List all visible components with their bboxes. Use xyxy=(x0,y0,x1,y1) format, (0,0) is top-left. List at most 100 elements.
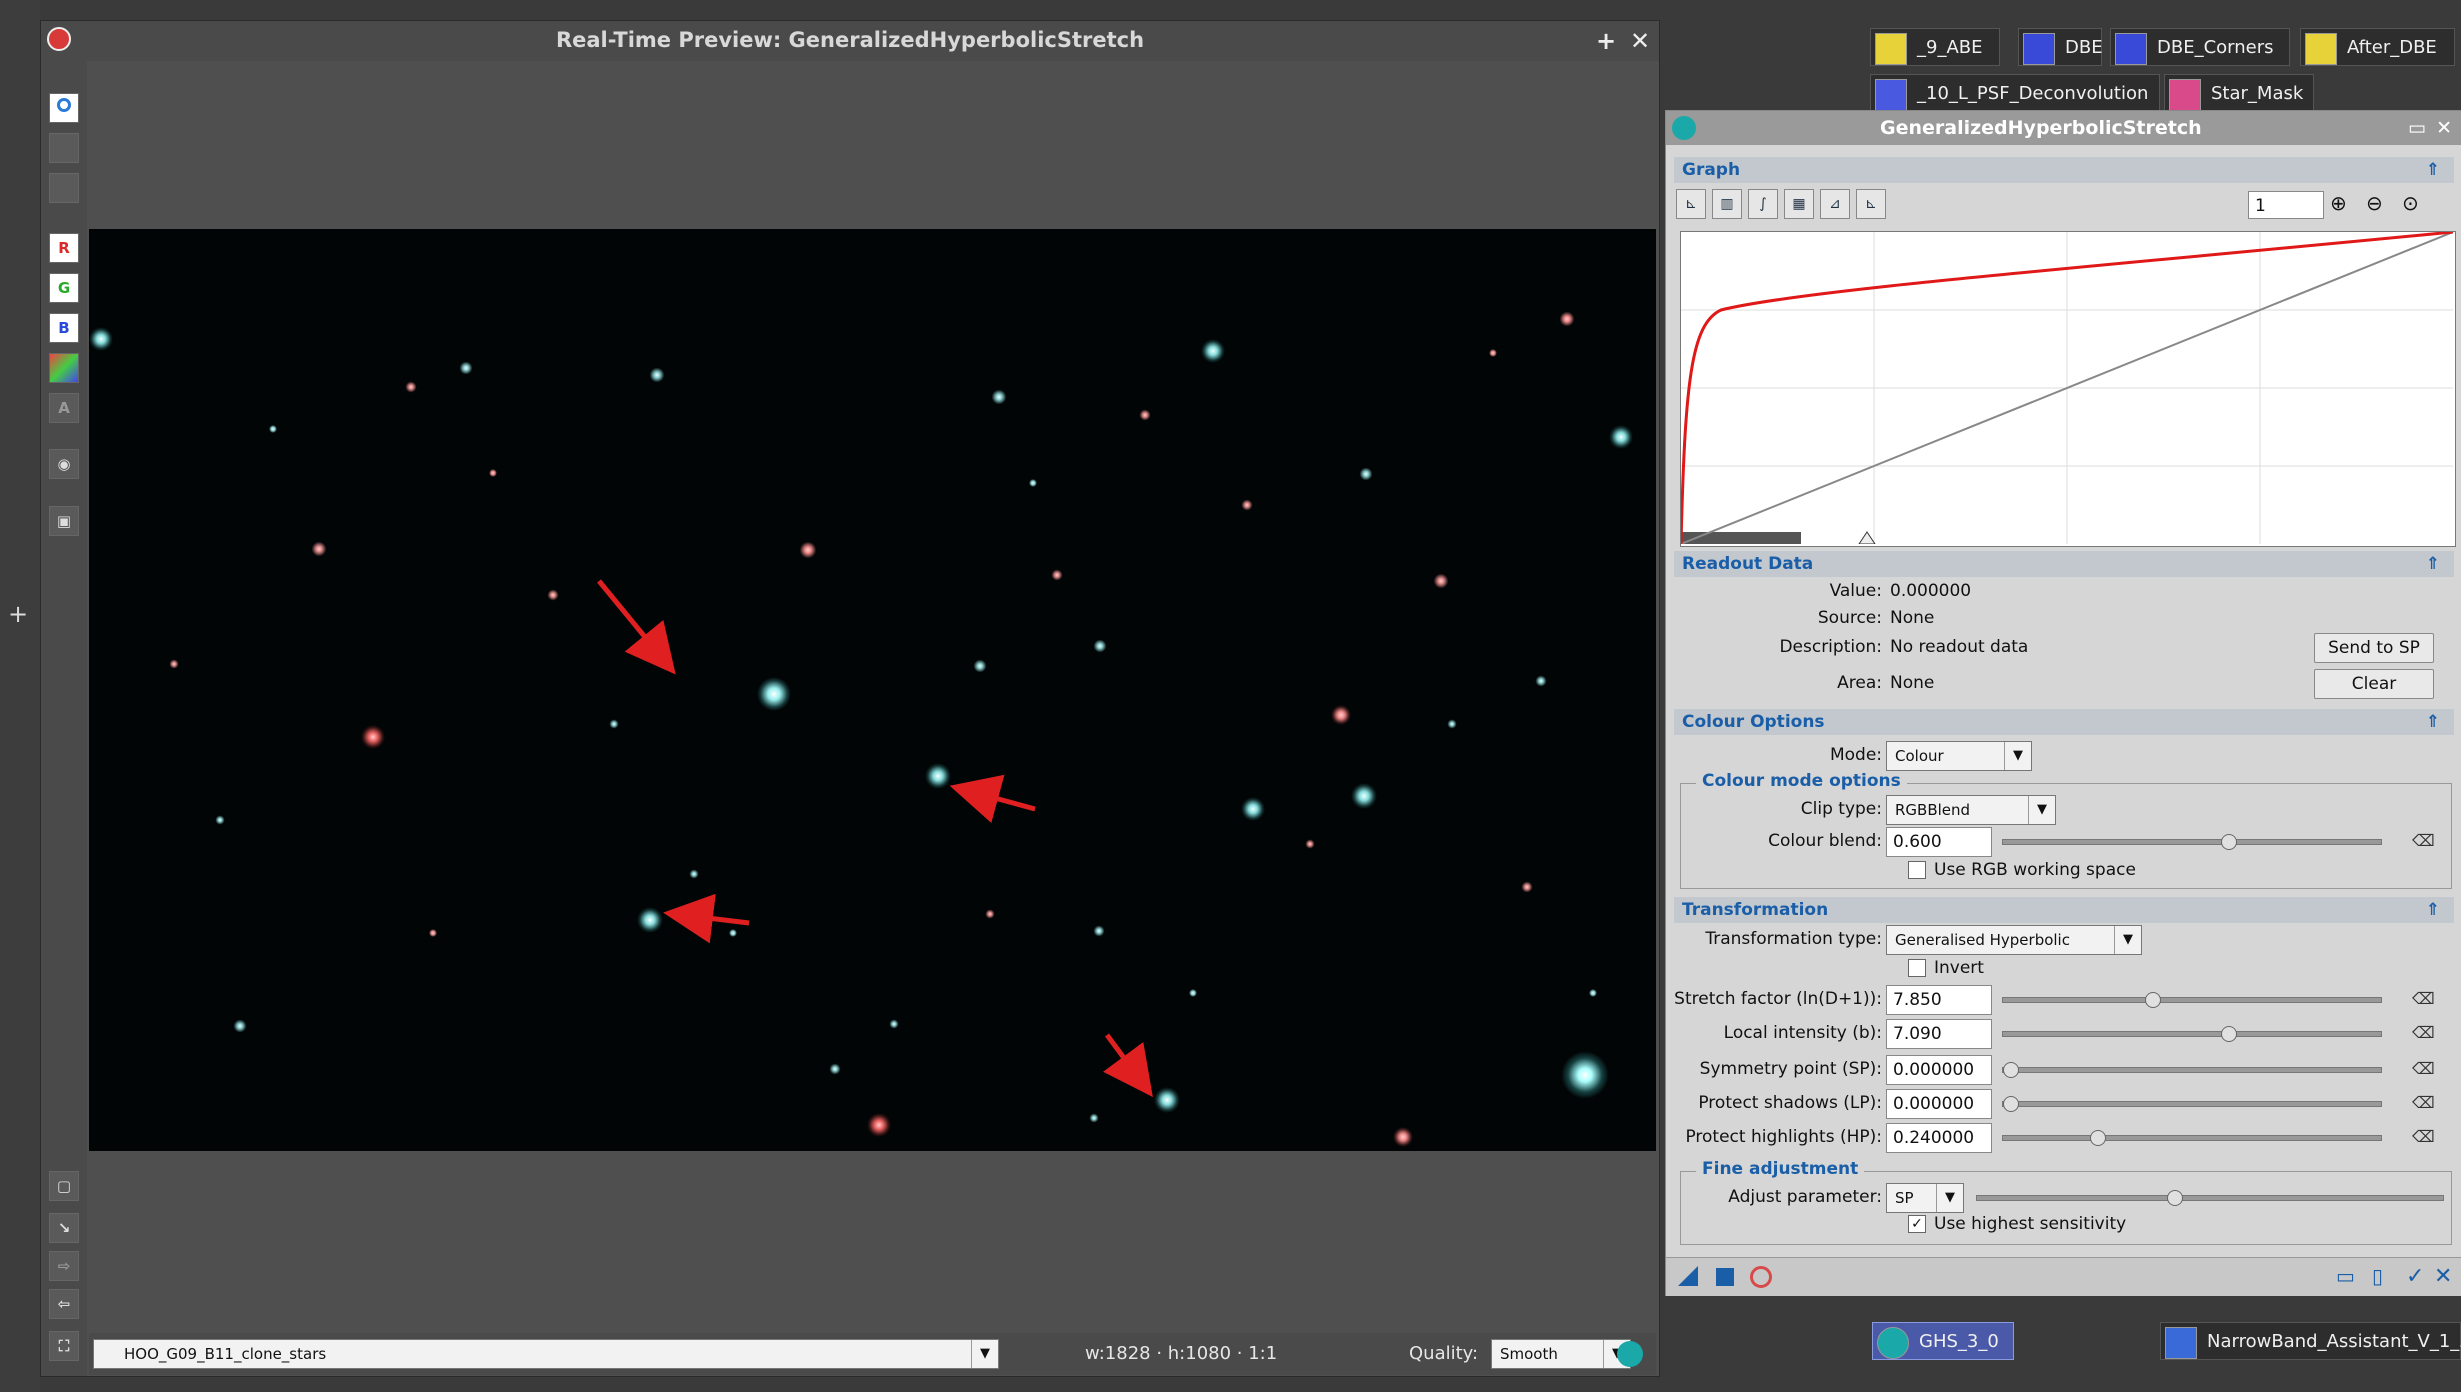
channel-g-button[interactable]: G xyxy=(49,273,79,303)
preview-image[interactable] xyxy=(89,229,1656,1151)
slider-knob[interactable] xyxy=(2167,1190,2183,1206)
transformation-type-select[interactable]: Generalised Hyperbolic ▼ xyxy=(1886,925,2142,955)
rgb-working-space-checkbox[interactable] xyxy=(1908,861,1926,879)
process-title-bar[interactable]: GeneralizedHyperbolicStretch ▭ ✕ xyxy=(1666,111,2461,145)
reset-all-icon[interactable]: ✕ xyxy=(2434,1264,2452,1289)
zoom-fit-icon[interactable]: ⊙ xyxy=(2402,191,2419,215)
graph-log-icon[interactable]: ⊿ xyxy=(1820,189,1850,219)
graph-linear-icon[interactable]: ⊾ xyxy=(1676,189,1706,219)
slider-knob[interactable] xyxy=(2090,1130,2106,1146)
reset-icon[interactable]: ⌫ xyxy=(2412,1127,2435,1147)
split-view-icon[interactable] xyxy=(49,133,79,163)
shade-icon[interactable]: ▭ xyxy=(2408,111,2426,145)
channel-r-button[interactable]: R xyxy=(49,233,79,263)
zoom-out-icon[interactable]: ⊖ xyxy=(2366,191,2383,215)
view-selector[interactable]: HOO_G09_B11_clone_stars ▼ xyxy=(93,1339,999,1369)
protect-highlights-input[interactable]: 0.240000 xyxy=(1886,1123,1992,1153)
workspace-icon[interactable]: NarrowBand_Assistant_V_1_5 xyxy=(2160,1322,2461,1360)
rgb-channel-icon[interactable] xyxy=(49,353,79,383)
stretch-factor-slider[interactable] xyxy=(2002,992,2382,1008)
close-icon[interactable]: ✕ xyxy=(1623,24,1657,58)
protect-shadows-input[interactable]: 0.000000 xyxy=(1886,1089,1992,1119)
graph-grid-icon[interactable]: ▦ xyxy=(1784,189,1814,219)
local-intensity-input[interactable]: 7.090 xyxy=(1886,1019,1992,1049)
protect-highlights-slider[interactable] xyxy=(2002,1130,2382,1146)
compare-view-icon[interactable] xyxy=(49,173,79,203)
transform-section-header[interactable]: Transformation ⇑ xyxy=(1674,897,2454,923)
clip-type-select[interactable]: RGBBlend ▼ xyxy=(1886,795,2056,825)
workspace-icon[interactable]: _9_ABE xyxy=(1870,28,2000,66)
load-icon[interactable]: ▯ xyxy=(2372,1264,2383,1288)
slider-knob[interactable] xyxy=(2221,834,2237,850)
highest-sensitivity-checkbox[interactable]: ✓ xyxy=(1908,1215,1926,1233)
zoom-in-icon[interactable]: ⊕ xyxy=(2330,191,2347,215)
workspace-icon[interactable]: DBE xyxy=(2018,28,2103,66)
fine-adjust-slider[interactable] xyxy=(1976,1190,2444,1206)
back-icon[interactable]: ⇦ xyxy=(49,1289,79,1319)
mode-select[interactable]: Colour ▼ xyxy=(1886,741,2032,771)
reset-icon[interactable]: ⌫ xyxy=(2412,1023,2435,1043)
clear-button[interactable]: Clear xyxy=(2314,669,2434,699)
close-icon[interactable]: ✕ xyxy=(2436,111,2452,145)
graph-zoom-spinner[interactable]: 1 xyxy=(2248,191,2324,219)
graph-curve-icon[interactable]: ∫ xyxy=(1748,189,1778,219)
graph-combined-icon[interactable]: ⊾ xyxy=(1856,189,1886,219)
workspace-icon[interactable]: _10_L_PSF_Deconvolution xyxy=(1870,74,2160,112)
collapse-icon[interactable]: ⇑ xyxy=(2426,897,2440,923)
slider-knob[interactable] xyxy=(2221,1026,2237,1042)
browse-doc-icon[interactable]: ▭ xyxy=(2336,1264,2355,1288)
workspace-icon[interactable]: After_DBE xyxy=(2300,28,2455,66)
channel-a-button[interactable]: A xyxy=(49,393,79,423)
workspace-icon-ghs[interactable]: GHS_3_0 xyxy=(1872,1322,2014,1360)
workspace-icon[interactable]: DBE_Corners xyxy=(2110,28,2290,66)
collapse-icon[interactable]: ⇑ xyxy=(2426,551,2440,577)
track-view-icon[interactable] xyxy=(1617,1341,1643,1367)
marker-triangle-icon[interactable] xyxy=(1858,531,1876,545)
chevron-down-icon: ▼ xyxy=(971,1340,998,1368)
transformation-type-label: Transformation type: xyxy=(1705,929,1882,949)
resize-icon[interactable]: ↘ xyxy=(49,1213,79,1243)
graph-histogram-icon[interactable]: ▥ xyxy=(1712,189,1742,219)
camera-icon[interactable]: ◉ xyxy=(49,449,79,479)
adjust-parameter-select[interactable]: SP ▼ xyxy=(1886,1183,1964,1213)
readout-section-header[interactable]: Readout Data ⇑ xyxy=(1674,551,2454,577)
collapse-icon[interactable]: ⇑ xyxy=(2426,709,2440,735)
slider-knob[interactable] xyxy=(2003,1062,2019,1078)
colour-blend-input[interactable]: 0.600 xyxy=(1886,827,1992,857)
zoom-fit-icon[interactable]: ▢ xyxy=(49,1171,79,1201)
invert-checkbox[interactable] xyxy=(1908,959,1926,977)
slider-knob[interactable] xyxy=(2145,992,2161,1008)
new-instance-icon[interactable] xyxy=(1678,1266,1698,1286)
expand-plus-icon[interactable]: + xyxy=(8,600,28,628)
symmetry-point-slider[interactable] xyxy=(2002,1062,2382,1078)
graph-section-header[interactable]: Graph ⇑ xyxy=(1674,157,2454,183)
reset-icon[interactable]: ⌫ xyxy=(2412,831,2435,851)
protect-shadows-slider[interactable] xyxy=(2002,1096,2382,1112)
reset-icon[interactable]: ⌫ xyxy=(2412,989,2435,1009)
realtime-preview-icon[interactable] xyxy=(1750,1266,1772,1288)
stretch-graph[interactable] xyxy=(1679,230,2456,547)
quality-select[interactable]: Smooth ▼ xyxy=(1491,1339,1631,1369)
window-icon[interactable]: ▣ xyxy=(49,506,79,536)
reset-icon[interactable]: ⌫ xyxy=(2412,1093,2435,1113)
symmetry-point-input[interactable]: 0.000000 xyxy=(1886,1055,1992,1085)
preview-title-bar[interactable]: Real-Time Preview: GeneralizedHyperbolic… xyxy=(41,21,1659,61)
colour-section-header[interactable]: Colour Options ⇑ xyxy=(1674,709,2454,735)
window-close-circle-icon[interactable] xyxy=(47,27,71,51)
send-to-sp-button[interactable]: Send to SP xyxy=(2314,633,2434,663)
preview-mode-icon[interactable] xyxy=(49,93,79,123)
collapse-icon[interactable]: ⇑ xyxy=(2426,157,2440,183)
source-label: Source: xyxy=(1817,608,1882,628)
forward-icon[interactable]: ⇨ xyxy=(49,1251,79,1281)
local-intensity-slider[interactable] xyxy=(2002,1026,2382,1042)
apply-global-icon[interactable] xyxy=(1716,1268,1734,1286)
reset-icon[interactable]: ⌫ xyxy=(2412,1059,2435,1079)
channel-b-button[interactable]: B xyxy=(49,313,79,343)
colour-blend-slider[interactable] xyxy=(2002,834,2382,850)
pin-icon[interactable]: + xyxy=(1589,24,1623,58)
stretch-factor-input[interactable]: 7.850 xyxy=(1886,985,1992,1015)
workspace-icon[interactable]: Star_Mask xyxy=(2164,74,2314,112)
fit-window-icon[interactable]: ⛶ xyxy=(49,1331,79,1361)
apply-check-icon[interactable]: ✓ xyxy=(2406,1264,2424,1289)
slider-knob[interactable] xyxy=(2003,1096,2019,1112)
